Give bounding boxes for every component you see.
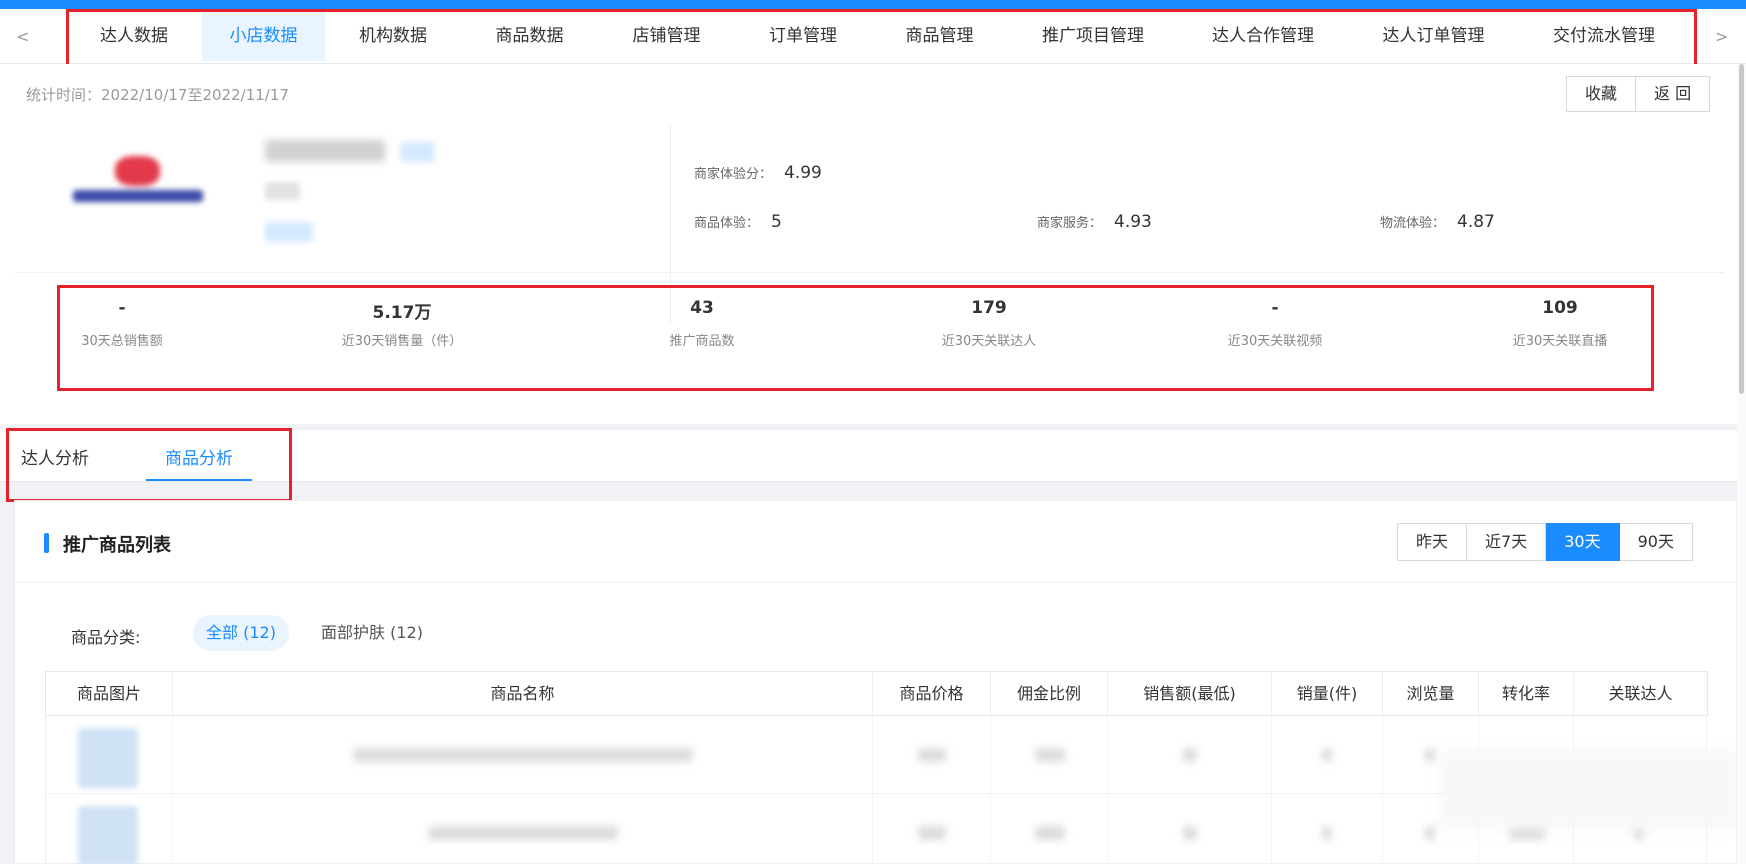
shop-badge-blurred <box>265 222 313 242</box>
shop-tag-blurred <box>400 142 435 162</box>
category-chip-facial[interactable]: 面部护肤 (12) <box>308 615 436 651</box>
nav-prev-icon[interactable]: < <box>16 27 29 46</box>
stat-time: 统计时间：2022/10/17至2022/11/17 <box>26 86 289 104</box>
shop-logo <box>65 146 210 216</box>
favorite-button[interactable]: 收藏 <box>1566 76 1637 112</box>
logistics-score: 物流体验： 4.87 <box>1380 212 1495 232</box>
col-commission[interactable]: 佣金比例 <box>991 672 1108 715</box>
range-yesterday[interactable]: 昨天 <box>1397 523 1468 561</box>
header-actions: 收藏 返 回 <box>1566 76 1711 112</box>
product-thumbnail <box>78 728 138 788</box>
range-7days[interactable]: 近7天 <box>1467 523 1547 561</box>
col-product-image[interactable]: 商品图片 <box>46 672 173 715</box>
metric-promo-products: 43 推广商品数 <box>669 298 735 349</box>
nav-tab-talent-order[interactable]: 达人订单管理 <box>1348 11 1519 61</box>
nav-tab-talent-coop[interactable]: 达人合作管理 <box>1178 11 1348 61</box>
shop-info-panel: 统计时间：2022/10/17至2022/11/17 收藏 返 回 商家体验分：… <box>0 64 1737 424</box>
range-30days[interactable]: 30天 <box>1546 523 1620 561</box>
scrollbar-thumb[interactable] <box>1739 64 1744 394</box>
merchant-experience-score: 商家体验分： 4.99 <box>694 163 822 183</box>
product-experience-score: 商品体验： 5 <box>694 212 782 232</box>
nav-tab-store-manage[interactable]: 店铺管理 <box>598 11 735 61</box>
nav-next-icon[interactable]: > <box>1715 27 1728 46</box>
col-product-name[interactable]: 商品名称 <box>173 672 873 715</box>
card-header: 推广商品列表 昨天 近7天 30天 90天 <box>15 501 1736 583</box>
nav-tab-promo-project[interactable]: 推广项目管理 <box>1008 11 1178 61</box>
merchant-service-score: 商家服务： 4.93 <box>1037 212 1152 232</box>
back-button[interactable]: 返 回 <box>1636 76 1711 112</box>
nav-tab-product-manage[interactable]: 商品管理 <box>871 11 1008 61</box>
table-header: 商品图片 商品名称 商品价格 佣金比例 销售额(最低) 销量(件) 浏览量 转化… <box>45 671 1708 716</box>
metrics-row: - 30天总销售额 5.17万 近30天销售量（件） 43 推广商品数 179 … <box>62 284 1647 369</box>
metric-linked-lives: 109 近30天关联直播 <box>1512 298 1608 349</box>
date-range-selector: 昨天 近7天 30天 90天 <box>1397 523 1693 561</box>
col-sales-volume[interactable]: 销量(件) <box>1272 672 1383 715</box>
col-price[interactable]: 商品价格 <box>873 672 991 715</box>
nav-tab-delivery-flow[interactable]: 交付流水管理 <box>1519 11 1689 61</box>
range-90days[interactable]: 90天 <box>1619 523 1693 561</box>
category-chip-all[interactable]: 全部 (12) <box>193 615 289 651</box>
info-separator <box>14 272 1724 273</box>
activation-watermark <box>1440 750 1740 830</box>
top-nav: < 达人数据 小店数据 机构数据 商品数据 店铺管理 订单管理 商品管理 推广项… <box>0 9 1746 64</box>
metric-total-sales: - 30天总销售额 <box>81 298 163 349</box>
nav-tab-shop-data[interactable]: 小店数据 <box>202 11 325 61</box>
nav-tab-order-manage[interactable]: 订单管理 <box>735 11 871 61</box>
category-filter-label: 商品分类: <box>71 628 141 647</box>
col-linked-talents[interactable]: 关联达人 <box>1574 672 1707 715</box>
nav-tab-product-data[interactable]: 商品数据 <box>461 11 598 61</box>
nav-tab-talent-data[interactable]: 达人数据 <box>66 11 202 61</box>
col-views[interactable]: 浏览量 <box>1383 672 1479 715</box>
shop-name-blurred <box>265 140 385 162</box>
product-thumbnail <box>78 806 138 864</box>
col-conversion[interactable]: 转化率 <box>1479 672 1574 715</box>
analysis-tabs: 达人分析 商品分析 <box>0 430 1737 482</box>
tab-talent-analysis[interactable]: 达人分析 <box>21 444 89 469</box>
tab-product-analysis[interactable]: 商品分析 <box>165 444 233 469</box>
metric-linked-talents: 179 近30天关联达人 <box>941 298 1037 349</box>
col-sales-amount[interactable]: 销售额(最低) <box>1108 672 1272 715</box>
page-scrollbar[interactable] <box>1737 64 1746 864</box>
shop-subtitle-blurred <box>265 182 300 200</box>
nav-tabs: 达人数据 小店数据 机构数据 商品数据 店铺管理 订单管理 商品管理 推广项目管… <box>66 11 1689 61</box>
card-title: 推广商品列表 <box>63 535 171 556</box>
title-accent-bar <box>44 533 49 553</box>
metric-sales-volume: 5.17万 近30天销售量（件） <box>341 303 463 349</box>
active-tab-indicator <box>146 479 252 481</box>
top-accent-bar <box>0 0 1746 9</box>
metric-linked-videos: - 近30天关联视频 <box>1227 298 1323 349</box>
nav-tab-agency-data[interactable]: 机构数据 <box>325 11 461 61</box>
